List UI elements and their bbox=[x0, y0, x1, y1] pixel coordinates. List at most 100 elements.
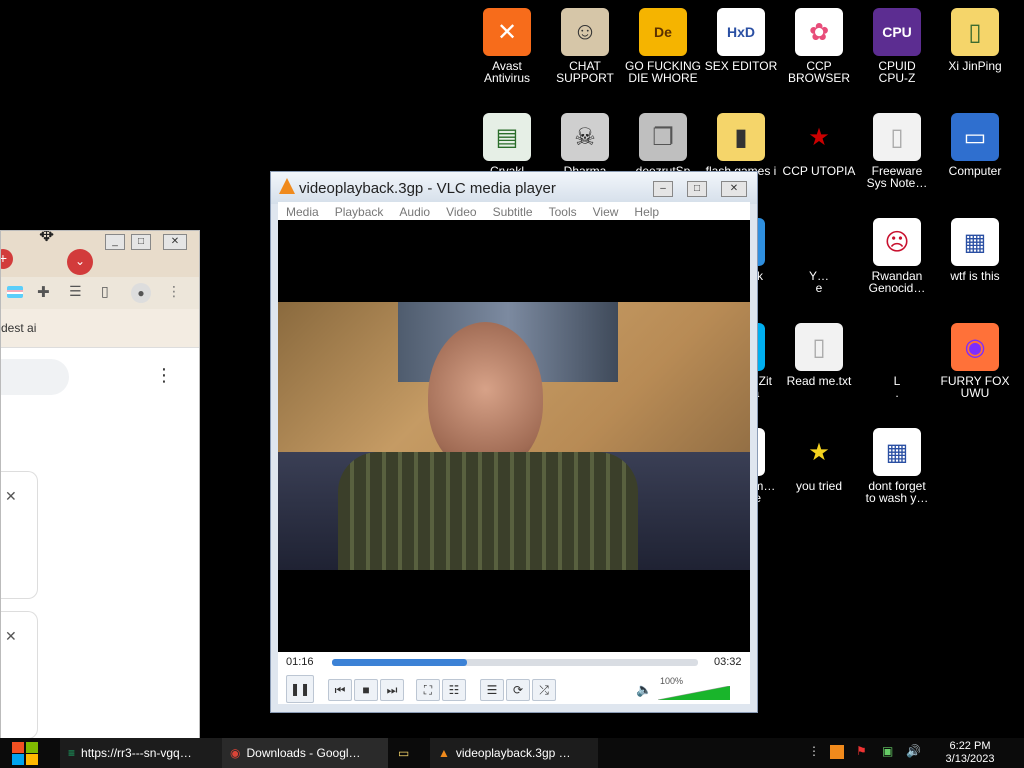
download-card[interactable]: ✕ bbox=[1, 611, 38, 739]
volume-icon[interactable]: 🔈 bbox=[636, 682, 652, 698]
loop-button[interactable]: ⟳ bbox=[506, 679, 530, 701]
taskbar-item-downloads[interactable]: ◉ Downloads - Googl… bbox=[222, 738, 388, 768]
side-panel-icon[interactable]: ▯ bbox=[101, 283, 109, 300]
close-button[interactable]: ✕ bbox=[163, 234, 187, 250]
shuffle-button[interactable]: ⤮ bbox=[532, 679, 556, 701]
desktop-icon[interactable]: ★ you tried bbox=[780, 428, 858, 492]
menu-help[interactable]: Help bbox=[626, 202, 667, 220]
flag-icon[interactable] bbox=[7, 286, 23, 298]
desktop-icon[interactable]: HxD SEX EDITOR bbox=[702, 8, 780, 72]
desktop-icon[interactable]: CPU CPUID CPU-Z bbox=[858, 8, 936, 84]
vlc-title: videoplayback.3gp - VLC media player bbox=[299, 180, 556, 197]
desktop-icon[interactable]: ☺ CHAT SUPPORT bbox=[546, 8, 624, 84]
menu-tools[interactable]: Tools bbox=[541, 202, 585, 220]
tray-volume-icon[interactable]: 🔊 bbox=[906, 744, 921, 758]
desktop-icon-label: CHAT SUPPORT bbox=[556, 59, 614, 85]
extended-settings-button[interactable]: ☷ bbox=[442, 679, 466, 701]
desktop-icon[interactable]: ▤Crvakl bbox=[468, 113, 546, 177]
desktop-icon-image: ▤ bbox=[483, 113, 531, 161]
maximize-button[interactable]: □ bbox=[131, 234, 151, 250]
tray-app-icon[interactable] bbox=[830, 745, 844, 759]
previous-button[interactable]: ⏮ bbox=[328, 679, 352, 701]
browser-titlebar[interactable]: + ⌄ _ □ ✕ ✥ bbox=[1, 231, 199, 277]
video-area[interactable] bbox=[278, 220, 750, 652]
vlc-cone-icon bbox=[279, 178, 295, 194]
menu-playback[interactable]: Playback bbox=[327, 202, 392, 220]
menu-icon[interactable]: ⋮ bbox=[167, 283, 181, 300]
next-button[interactable]: ⏭ bbox=[380, 679, 404, 701]
menu-subtitle[interactable]: Subtitle bbox=[485, 202, 541, 220]
desktop-icon[interactable]: ▭ Computer bbox=[936, 113, 1014, 177]
desktop-icon[interactable]: ▦ wtf is this bbox=[936, 218, 1014, 282]
desktop-icon[interactable]: De GO FUCKING DIE WHORE bbox=[624, 8, 702, 84]
desktop-icon-label: Rwandan Genocid… bbox=[868, 269, 926, 295]
tray-overflow-icon[interactable]: ⋮ bbox=[808, 744, 820, 758]
desktop-icon-image: ▯ bbox=[795, 323, 843, 371]
desktop-icon[interactable]: ❐deezrutSp bbox=[624, 113, 702, 177]
taskbar-item-vlc[interactable]: ▲ videoplayback.3gp … bbox=[430, 738, 598, 768]
bookmark-item[interactable]: dest ai bbox=[1, 321, 36, 335]
vlc-titlebar[interactable]: videoplayback.3gp - VLC media player – □… bbox=[271, 172, 757, 204]
desktop-icon-image: ❐ bbox=[639, 113, 687, 161]
desktop-icon-image: ✿ bbox=[795, 8, 843, 56]
close-button[interactable]: ✕ bbox=[721, 181, 747, 197]
pause-button[interactable]: ❚❚ bbox=[286, 675, 314, 703]
stop-button[interactable]: ■ bbox=[354, 679, 378, 701]
close-icon[interactable]: ✕ bbox=[5, 488, 17, 505]
bookmarks-bar: dest ai bbox=[1, 309, 199, 348]
desktop-icon[interactable]: ▯ Read me.txt bbox=[780, 323, 858, 387]
tray-network-icon[interactable]: ▣ bbox=[882, 744, 893, 758]
minimize-button[interactable]: _ bbox=[105, 234, 125, 250]
playlist-button[interactable]: ☰ bbox=[480, 679, 504, 701]
desktop-icon[interactable]: ▯ Freeware Sys Note… bbox=[858, 113, 936, 189]
tray-flag-icon[interactable]: ⚑ bbox=[856, 744, 867, 758]
desktop-icon[interactable]: ▦ dont forget to wash y… bbox=[858, 428, 936, 504]
search-box[interactable] bbox=[1, 359, 69, 395]
start-button[interactable] bbox=[8, 740, 44, 766]
extensions-icon[interactable]: ✚ bbox=[37, 283, 50, 301]
desktop-icon-label: Xi JinPing bbox=[948, 59, 1002, 73]
profile-dropdown-icon[interactable]: ⌄ bbox=[67, 249, 93, 275]
desktop-icon[interactable]: L . bbox=[858, 323, 936, 399]
desktop-icon-image: De bbox=[639, 8, 687, 56]
taskbar-item-explorer[interactable]: ▭ bbox=[390, 738, 428, 768]
total-time: 03:32 bbox=[714, 656, 742, 668]
desktop-icon[interactable]: ◉ FURRY FOX UWU bbox=[936, 323, 1014, 399]
desktop-icon-label: dont forget to wash y… bbox=[865, 479, 929, 505]
desktop-icon-label: Read me.txt bbox=[786, 374, 852, 388]
seek-bar[interactable] bbox=[332, 659, 698, 666]
desktop-icon[interactable]: ★ CCP UTOPIA bbox=[780, 113, 858, 177]
clock[interactable]: 6:22 PM 3/13/2023 bbox=[942, 740, 998, 766]
menu-video[interactable]: Video bbox=[438, 202, 484, 220]
menu-media[interactable]: Media bbox=[278, 202, 327, 220]
browser-window[interactable]: + ⌄ _ □ ✕ ✥ ✚ ☰ ▯ ● ⋮ dest ai ⋮ ✕ ✕ bbox=[0, 230, 200, 742]
maximize-button[interactable]: □ bbox=[687, 181, 707, 197]
taskbar-item-browser-tab[interactable]: ≡ https://rr3---sn-vgq… bbox=[60, 738, 226, 768]
desktop-icon[interactable]: ✕ Avast Antivirus bbox=[468, 8, 546, 84]
desktop-icon[interactable]: ☹ Rwandan Genocid… bbox=[858, 218, 936, 294]
close-icon[interactable]: ✕ bbox=[5, 628, 17, 645]
menu-audio[interactable]: Audio bbox=[391, 202, 438, 220]
vlc-window[interactable]: videoplayback.3gp - VLC media player – □… bbox=[270, 171, 758, 713]
menu-view[interactable]: View bbox=[585, 202, 627, 220]
volume-percent: 100% bbox=[660, 676, 684, 686]
taskbar-item-icon: ▲ bbox=[438, 746, 450, 760]
avatar[interactable]: ● bbox=[131, 283, 151, 303]
desktop-icon-image: ✕ bbox=[483, 8, 531, 56]
reading-list-icon[interactable]: ☰ bbox=[69, 283, 82, 300]
desktop-icon-image: ▯ bbox=[873, 113, 921, 161]
fullscreen-button[interactable]: ⛶ bbox=[416, 679, 440, 701]
taskbar: ≡ https://rr3---sn-vgq… ◉ Downloads - Go… bbox=[0, 738, 1024, 768]
minimize-button[interactable]: – bbox=[653, 181, 673, 197]
desktop-icon-image: ☺ bbox=[561, 8, 609, 56]
more-options-icon[interactable]: ⋮ bbox=[155, 365, 173, 386]
download-card[interactable]: ✕ bbox=[1, 471, 38, 599]
volume-slider[interactable] bbox=[657, 685, 731, 701]
desktop-icon[interactable]: ☠Dharma bbox=[546, 113, 624, 177]
desktop-icon[interactable]: Y… e bbox=[780, 218, 858, 294]
clock-time: 6:22 PM bbox=[949, 740, 991, 752]
desktop-icon[interactable]: ▯ Xi JinPing bbox=[936, 8, 1014, 72]
desktop-icon[interactable]: ✿ CCP BROWSER bbox=[780, 8, 858, 84]
desktop-icon-image: ▦ bbox=[951, 218, 999, 266]
add-tab-icon[interactable]: + bbox=[1, 249, 13, 269]
